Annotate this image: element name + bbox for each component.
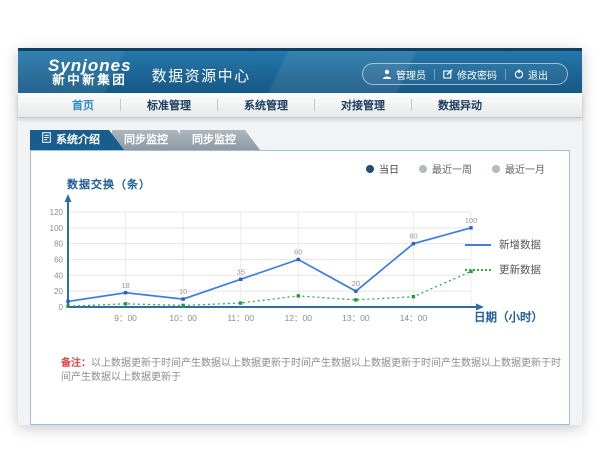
main-nav: 首页 标准管理 系统管理 对接管理 数据异动 bbox=[18, 93, 582, 118]
company-logo: Synjones 新中新集团 bbox=[48, 57, 132, 88]
logo-text-cn: 新中新集团 bbox=[48, 74, 132, 87]
footer-note: 备注：以上数据更新于时间产生数据以上数据更新于时间产生数据以上数据更新于时间产生… bbox=[61, 357, 561, 385]
app-header: Synjones 新中新集团 数据资源中心 管理员 修改密码 退出 bbox=[18, 48, 582, 93]
line-chart: 0 20 40 60 80 100 120 9：00 10：00 11：00 12：00 13：00 1… bbox=[43, 193, 493, 333]
power-icon bbox=[514, 69, 524, 79]
svg-text:120: 120 bbox=[50, 208, 64, 217]
note-prefix: 备注： bbox=[61, 358, 91, 369]
tab-label: 系统介绍 bbox=[56, 130, 100, 150]
svg-text:20: 20 bbox=[352, 279, 360, 288]
x-axis-title: 日期（小时） bbox=[474, 309, 543, 325]
svg-text:13：00: 13：00 bbox=[342, 313, 370, 323]
period-label: 最近一月 bbox=[505, 161, 545, 176]
nav-item-data-change[interactable]: 数据异动 bbox=[412, 97, 508, 113]
svg-text:100: 100 bbox=[465, 216, 478, 225]
nav-item-system-mgmt[interactable]: 系统管理 bbox=[218, 97, 314, 113]
legend-item-updated-data: 更新数据 bbox=[465, 262, 541, 277]
svg-text:80: 80 bbox=[54, 240, 63, 249]
svg-text:35: 35 bbox=[237, 267, 245, 276]
svg-text:10: 10 bbox=[179, 287, 187, 296]
period-filter: 当日 最近一周 最近一月 bbox=[366, 161, 545, 176]
edit-icon bbox=[443, 69, 453, 79]
user-label: 管理员 bbox=[396, 67, 426, 82]
svg-text:40: 40 bbox=[54, 271, 63, 280]
nav-item-standard-mgmt[interactable]: 标准管理 bbox=[121, 97, 217, 113]
svg-text:20: 20 bbox=[54, 287, 63, 296]
user-menu-button[interactable]: 管理员 bbox=[374, 67, 434, 82]
solid-line-icon bbox=[465, 244, 491, 246]
page-title: 数据资源中心 bbox=[152, 59, 251, 86]
legend-label: 更新数据 bbox=[499, 262, 541, 277]
chart-legend: 新增数据 更新数据 bbox=[465, 237, 541, 277]
tab-system-intro[interactable]: 系统介绍 bbox=[30, 130, 124, 150]
chart-panel: 当日 最近一周 最近一月 数据交换（条） 0 20 40 60 80 100 120 9：00… bbox=[30, 150, 570, 425]
legend-label: 新增数据 bbox=[499, 237, 541, 252]
svg-text:12：00: 12：00 bbox=[285, 313, 313, 323]
radio-icon bbox=[492, 165, 500, 173]
svg-text:100: 100 bbox=[50, 224, 64, 233]
change-password-button[interactable]: 修改密码 bbox=[435, 67, 505, 82]
document-icon bbox=[42, 130, 51, 150]
tab-sync-monitor-2[interactable]: 同步监控 bbox=[180, 130, 260, 150]
note-text: 以上数据更新于时间产生数据以上数据更新于时间产生数据以上数据更新于时间产生数据以… bbox=[61, 358, 561, 383]
user-icon bbox=[382, 69, 392, 79]
tab-label: 同步监控 bbox=[192, 130, 236, 150]
radio-icon bbox=[366, 165, 374, 173]
tab-label: 同步监控 bbox=[124, 130, 168, 150]
svg-text:10：00: 10：00 bbox=[169, 313, 197, 323]
period-option-today[interactable]: 当日 bbox=[366, 161, 399, 176]
svg-text:18: 18 bbox=[121, 281, 129, 290]
svg-text:0: 0 bbox=[59, 303, 64, 312]
svg-text:80: 80 bbox=[409, 232, 417, 241]
logo-text-en: Synjones bbox=[48, 57, 132, 75]
radio-icon bbox=[419, 165, 427, 173]
user-toolbar: 管理员 修改密码 退出 bbox=[362, 63, 568, 85]
period-option-last-week[interactable]: 最近一周 bbox=[419, 161, 472, 176]
nav-item-home[interactable]: 首页 bbox=[46, 97, 120, 113]
period-label: 最近一周 bbox=[432, 161, 472, 176]
svg-text:60: 60 bbox=[54, 256, 63, 265]
logout-label: 退出 bbox=[528, 67, 548, 82]
dotted-line-icon bbox=[465, 269, 491, 271]
svg-text:14：00: 14：00 bbox=[400, 313, 428, 323]
svg-text:11：00: 11：00 bbox=[227, 313, 254, 323]
app-window: Synjones 新中新集团 数据资源中心 管理员 修改密码 退出 首页 标准管… bbox=[18, 48, 582, 425]
change-password-label: 修改密码 bbox=[457, 67, 497, 82]
svg-text:9：00: 9：00 bbox=[114, 313, 137, 323]
tab-bar: 系统介绍 同步监控 同步监控 bbox=[30, 130, 582, 150]
nav-item-docking-mgmt[interactable]: 对接管理 bbox=[315, 97, 411, 113]
period-label: 当日 bbox=[379, 161, 399, 176]
svg-text:60: 60 bbox=[294, 248, 302, 257]
y-axis-title: 数据交换（条） bbox=[67, 176, 151, 192]
legend-item-new-data: 新增数据 bbox=[465, 237, 541, 252]
logout-button[interactable]: 退出 bbox=[506, 67, 556, 82]
period-option-last-month[interactable]: 最近一月 bbox=[492, 161, 545, 176]
